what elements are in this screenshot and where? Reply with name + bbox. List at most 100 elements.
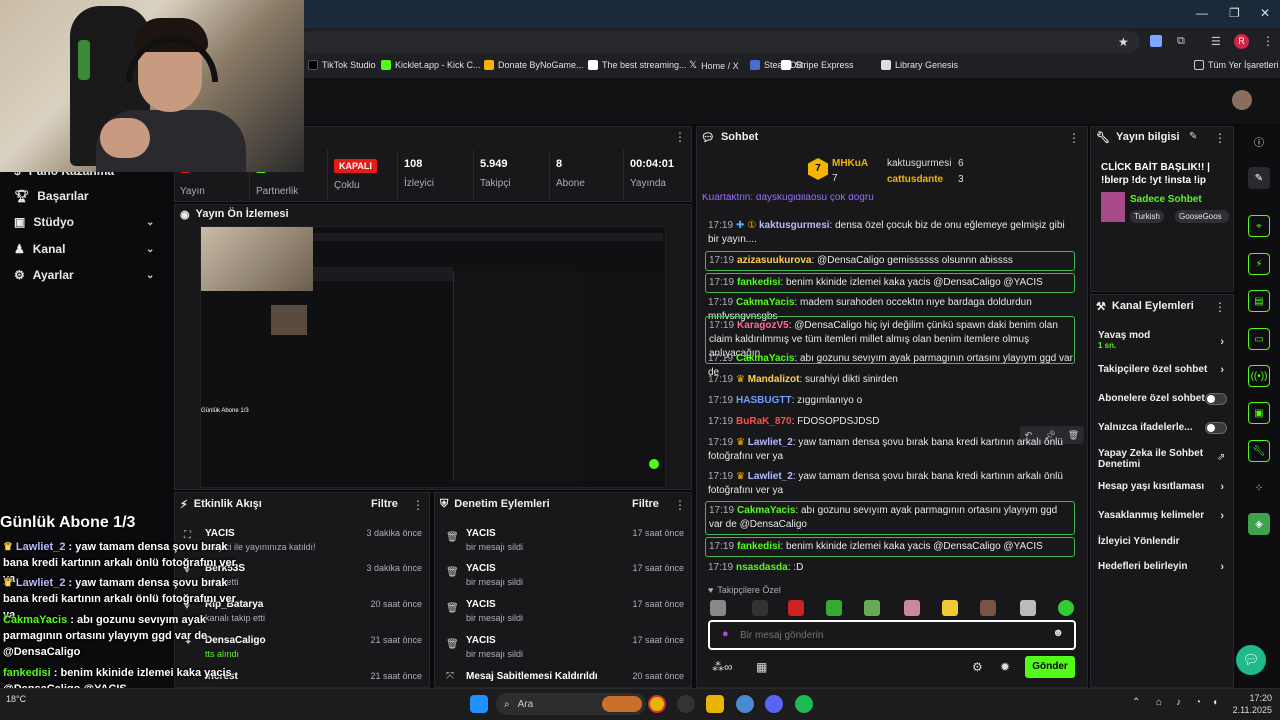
spotify-icon[interactable] [795,695,813,713]
bolt-rail-icon[interactable]: ⚡︎ [1248,253,1270,275]
top-gifter-2[interactable]: kaktusgurmesi [887,158,951,169]
emote[interactable] [788,600,804,616]
emote[interactable] [864,600,880,616]
document-icon[interactable]: ▤ [1248,290,1270,312]
apps-icon[interactable]: ⁘ [1248,477,1270,499]
banned-words[interactable]: Yasaklanmış kelimeler › [1098,510,1228,522]
tag[interactable]: GooseGoos [1175,210,1229,223]
extensions-icon[interactable]: ⧉ [1177,35,1185,48]
send-button[interactable]: Gönder [1025,656,1075,678]
windows-start-icon[interactable] [470,695,488,713]
ai-moderation[interactable]: Yapay Zeka ile Sohbet Denetimi [1098,448,1210,470]
slow-mode[interactable]: Yavaş mod 1 sn. › [1098,330,1228,350]
activity-filter[interactable]: Filtre [371,498,398,510]
app-icon[interactable] [677,695,695,713]
sidebar-item-channel[interactable]: ♟ Kanal ⌄ [14,242,154,256]
restore-button[interactable]: ❐ [1229,6,1240,20]
mic-icon[interactable]: ● [722,628,729,640]
address-bar[interactable] [300,31,1140,53]
preview-video[interactable]: Günlük Abone 1/3 [200,226,666,488]
browser-menu-icon[interactable]: ⋮ [1262,34,1274,48]
emote[interactable] [710,600,726,616]
close-window-button[interactable]: ✕ [1260,6,1270,20]
gear-icon: ⚙ [14,268,25,282]
stat-multi: KAPALI Çoklu [328,150,398,200]
bookmark-tiktok[interactable]: TikTok Studio [308,60,376,70]
external-link-icon[interactable]: ⇗ [1217,452,1225,463]
emotes-only-toggle[interactable] [1205,422,1227,434]
chat-tools-icon[interactable]: ⁂∞ [712,660,733,674]
info-icon[interactable]: ⓘ [1248,130,1270,152]
moderation-filter[interactable]: Filtre [632,498,659,510]
emote[interactable] [752,600,768,616]
chat-settings-icon[interactable]: ⚙ [972,660,983,674]
tag[interactable]: Turkish [1130,210,1164,223]
emote[interactable] [1020,600,1036,616]
chat-rail-icon[interactable]: ▭ [1248,328,1270,350]
channel-actions-menu-icon[interactable]: ⋮ [1214,300,1226,314]
badge-gear-icon[interactable]: ✹ [1000,660,1010,674]
chat-input-box[interactable]: ● ☻ [708,620,1076,650]
wifi-icon[interactable]: ◔ [1195,697,1201,708]
clock[interactable]: 17:20 2.11.2025 [1232,692,1272,716]
sidebar-item-achievements[interactable]: 🏆︎ Başarılar [14,189,89,203]
chat-input[interactable] [740,627,1040,643]
category-name[interactable]: Sadece Sohbet [1130,194,1202,205]
sidebar-item-settings[interactable]: ⚙ Ayarlar ⌄ [14,268,154,282]
emote[interactable] [1058,600,1074,616]
edit-icon[interactable]: ✎ [1189,131,1197,142]
emoji-icon[interactable]: ☻ [1052,627,1064,639]
game-icon[interactable]: ◈ [1248,513,1270,535]
activity-menu-icon[interactable]: ⋮ [412,498,424,512]
taskbar-search[interactable]: ⌕ Ara [496,693,646,715]
edit-rail-icon[interactable]: ✎ [1248,167,1270,189]
support-chat-icon[interactable]: 💬︎ [1236,645,1266,675]
donate-icon [484,60,494,70]
moderation-menu-icon[interactable]: ⋮ [674,498,686,512]
minimize-button[interactable]: — [1196,6,1208,20]
bookmark-kicklet[interactable]: Kicklet.app - Kick C... [381,60,481,70]
folder-icon [1194,60,1204,70]
star-icon[interactable]: ★ [1118,35,1129,49]
bookmark-x[interactable]: 𝕏 Home / X [689,60,739,71]
user-avatar[interactable] [1232,90,1252,110]
media-icon[interactable]: ☰ [1211,35,1221,48]
wrench-rail-icon[interactable]: 🔧︎ [1248,440,1270,462]
mic-tray-icon[interactable]: ♪ [1176,697,1181,708]
subscribers-only-toggle[interactable] [1205,393,1227,405]
top-gifter-3[interactable]: cattusdante [887,174,943,185]
weather-temp[interactable]: 18°C [6,694,26,704]
emote[interactable] [942,600,958,616]
bookmark-donate[interactable]: Donate ByNoGame... [484,60,584,70]
clip-icon[interactable]: ⌖ [1248,215,1270,237]
sidebar-item-studio[interactable]: ▣ Stüdyo ⌄ [14,215,154,229]
file-explorer-icon[interactable] [706,695,724,713]
all-bookmarks[interactable]: Tüm Yer İşaretleri [1194,60,1279,70]
bookmark-streaming[interactable]: The best streaming... [588,60,687,70]
stream-info-menu-icon[interactable]: ⋮ [1214,131,1226,145]
account-age[interactable]: Hesap yaşı kısıtlaması › [1098,481,1228,493]
volume-icon[interactable]: ◖ [1212,697,1218,708]
tray-chevron-icon[interactable]: ⌃ [1132,697,1140,708]
chat-menu-icon[interactable]: ⋮ [1068,131,1080,145]
stats-menu-icon[interactable]: ⋮ [674,130,686,144]
bookmark-libgen[interactable]: Library Genesis [881,60,958,70]
raid-viewers[interactable]: İzleyici Yönlendir [1098,536,1228,547]
set-goals[interactable]: Hedefleri belirleyin › [1098,561,1228,573]
bookmark-stripe[interactable]: Stripe Express [781,60,854,70]
emote[interactable] [904,600,920,616]
top-gifter-1[interactable]: MHKuA [832,158,868,169]
layout-icon[interactable]: ▣ [1248,402,1270,424]
followers-only-chat[interactable]: Takipçilere özel sohbet › [1098,364,1228,376]
emote[interactable] [826,600,842,616]
store-icon[interactable]: ▦ [756,660,767,674]
broadcast-icon[interactable]: ((•)) [1248,365,1270,387]
discord-icon[interactable] [765,695,783,713]
profile-avatar[interactable]: R [1234,34,1249,49]
network-icon[interactable]: ⌂ [1156,697,1162,708]
translate-icon[interactable] [1150,35,1162,47]
chrome-icon[interactable] [648,695,666,713]
steam-icon[interactable] [736,695,754,713]
preview-header: ◉ Yayın Ön İzlemesi [180,208,289,221]
emote[interactable] [980,600,996,616]
